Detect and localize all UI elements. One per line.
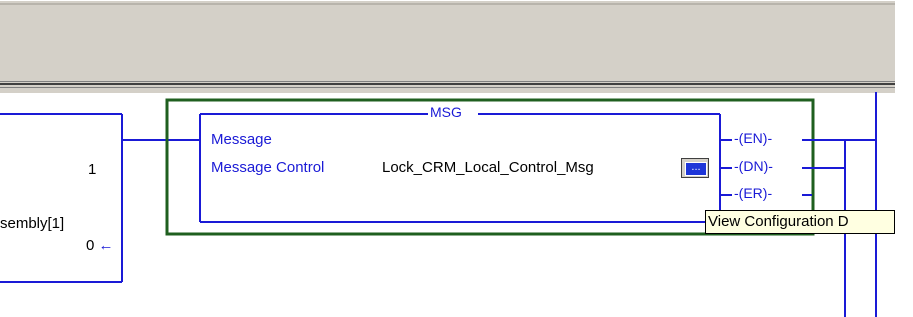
coil-er-label: ER — [743, 185, 763, 201]
left-block-value-0: 0 ← — [86, 237, 114, 254]
left-block-assembly-tag: sembly[1] — [0, 215, 65, 232]
coil-en[interactable]: -(EN)- — [734, 130, 772, 146]
instruction-title: MSG — [430, 104, 462, 120]
message-label: Message — [211, 131, 272, 148]
coil-en-label: EN — [743, 130, 763, 146]
coil-dn[interactable]: -(DN)- — [734, 158, 773, 174]
ellipsis-icon: ... — [685, 162, 707, 176]
coil-dn-label: DN — [743, 158, 764, 174]
left-block-value-0-text: 0 — [86, 237, 95, 254]
message-control-tag[interactable]: Lock_CRM_Local_Control_Msg — [382, 159, 594, 176]
left-block-value-1: 1 — [88, 161, 97, 178]
tooltip: View Configuration D — [705, 210, 895, 234]
message-control-label: Message Control — [211, 159, 325, 176]
arrow-left-icon: ← — [98, 237, 114, 254]
coil-er[interactable]: -(ER)- — [734, 185, 772, 201]
view-configuration-button[interactable]: ... — [681, 158, 709, 178]
